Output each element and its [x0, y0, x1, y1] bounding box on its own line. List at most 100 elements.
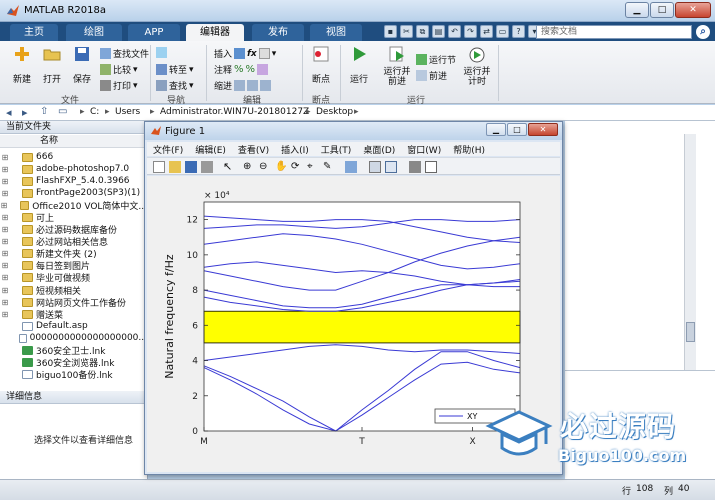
quick-save-icon[interactable]: ▪: [384, 25, 397, 38]
search-input[interactable]: 搜索文档: [536, 25, 692, 39]
quick-cut-icon[interactable]: ✂: [400, 25, 413, 38]
data-cursor-icon[interactable]: ⌖: [307, 161, 319, 173]
tab-view[interactable]: 视图: [310, 24, 362, 41]
expand-icon[interactable]: ⊞: [0, 261, 10, 270]
up-folder-icon[interactable]: ⇧: [40, 106, 48, 117]
browse-folder-icon[interactable]: ▭: [58, 106, 67, 117]
close-button[interactable]: ✕: [675, 2, 711, 18]
run-time-button[interactable]: 运行并 计时: [460, 45, 494, 87]
file-list-item[interactable]: ⊞ 必过网站相关信息: [0, 236, 147, 248]
tab-home[interactable]: 主页: [10, 24, 58, 41]
name-column-header[interactable]: 名称: [0, 135, 147, 148]
breadcrumb-item[interactable]: Desktop: [316, 107, 353, 117]
breadcrumb-item[interactable]: Administrator.WIN7U-20180127Z: [160, 107, 309, 117]
menu-window[interactable]: 窗口(W): [401, 142, 447, 156]
menu-help[interactable]: 帮助(H): [447, 142, 491, 156]
vertical-scrollbar[interactable]: [684, 134, 696, 384]
zoom-out-icon[interactable]: ⊖: [259, 161, 271, 173]
print-button[interactable]: 打印 ▾: [100, 79, 138, 92]
pointer-icon[interactable]: ↖: [223, 161, 235, 173]
quick-help-icon[interactable]: ?: [512, 25, 525, 38]
forward-arrow-icon[interactable]: ▸: [22, 106, 28, 119]
search-icon[interactable]: ⌕: [696, 25, 710, 39]
fx-icon[interactable]: fx: [247, 49, 257, 59]
expand-icon[interactable]: ⊞: [0, 310, 10, 319]
insert-fn-icon[interactable]: [258, 48, 270, 59]
new-button[interactable]: 新建: [8, 45, 36, 85]
find-files-button[interactable]: 查找文件: [100, 47, 149, 60]
expand-icon[interactable]: ⊞: [0, 298, 10, 307]
link-plot-icon[interactable]: [345, 161, 357, 173]
open-file-icon[interactable]: [169, 161, 181, 173]
file-list-item[interactable]: 360安全卫士.lnk: [0, 345, 147, 357]
quick-switch-icon[interactable]: ⇄: [480, 25, 493, 38]
file-list-item[interactable]: ⊞ 短视频相关: [0, 284, 147, 296]
colorbar-icon[interactable]: [369, 161, 381, 173]
rotate-icon[interactable]: ⟳: [291, 161, 303, 173]
menu-insert[interactable]: 插入(I): [275, 142, 315, 156]
expand-icon[interactable]: ⊞: [0, 249, 10, 258]
breadcrumb-item[interactable]: C:: [90, 107, 99, 117]
maximize-button[interactable]: □: [650, 2, 674, 18]
figure-close-button[interactable]: ✕: [528, 123, 558, 136]
expand-icon[interactable]: ⊞: [0, 189, 10, 198]
file-list-item[interactable]: biguo100备份.lnk: [0, 369, 147, 381]
expand-icon[interactable]: ⊞: [0, 213, 10, 222]
file-list-item[interactable]: ⊞ 毕业可做视频: [0, 272, 147, 284]
minimize-button[interactable]: ▁: [625, 2, 649, 18]
menu-file[interactable]: 文件(F): [147, 142, 189, 156]
hide-tools-icon[interactable]: [409, 161, 421, 173]
tab-publish[interactable]: 发布: [252, 24, 304, 41]
compare-button[interactable]: 比较 ▾: [100, 63, 138, 76]
breadcrumb-item[interactable]: Users: [115, 107, 140, 117]
quick-undo-icon[interactable]: ↶: [448, 25, 461, 38]
run-button[interactable]: 运行: [344, 45, 374, 85]
expand-icon[interactable]: ⊞: [0, 286, 10, 295]
save-figure-icon[interactable]: [185, 161, 197, 173]
file-list-item[interactable]: ⊞ 666: [0, 151, 147, 163]
pan-icon[interactable]: ✋: [275, 161, 287, 173]
tab-editor[interactable]: 编辑器: [186, 24, 244, 41]
legend-icon[interactable]: [385, 161, 397, 173]
figure-minimize-button[interactable]: ▁: [486, 123, 506, 136]
indent-button[interactable]: 缩进: [214, 79, 272, 92]
file-list-item[interactable]: ⊞ Office2010 VOL简体中文...: [0, 199, 147, 211]
insert-code-button[interactable]: 插入 fx ▾: [214, 47, 276, 60]
menu-desktop[interactable]: 桌面(D): [357, 142, 401, 156]
quick-redo-icon[interactable]: ↷: [464, 25, 477, 38]
new-figure-icon[interactable]: [153, 161, 165, 173]
show-tools-icon[interactable]: [425, 161, 437, 173]
menu-view[interactable]: 查看(V): [232, 142, 275, 156]
advance-button[interactable]: 前进: [416, 69, 447, 82]
open-button[interactable]: 打开: [38, 45, 66, 85]
quick-copy-icon[interactable]: ⧉: [416, 25, 429, 38]
file-list-item[interactable]: ⊞ adobe-photoshop7.0: [0, 163, 147, 175]
save-button[interactable]: 保存: [68, 45, 96, 85]
expand-icon[interactable]: ⊞: [0, 237, 10, 246]
menu-edit[interactable]: 编辑(E): [189, 142, 232, 156]
file-list-item[interactable]: Default.asp: [0, 320, 147, 332]
figure-titlebar[interactable]: Figure 1 ▁ □ ✕: [145, 122, 562, 140]
comment-button[interactable]: 注释%%: [214, 63, 269, 76]
expand-icon[interactable]: ⊞: [0, 225, 10, 234]
figure-maximize-button[interactable]: □: [507, 123, 527, 136]
tab-app[interactable]: APP: [128, 24, 180, 41]
find-button[interactable]: 查找 ▾: [156, 79, 194, 92]
tab-plot[interactable]: 绘图: [66, 24, 122, 41]
expand-icon[interactable]: ⊞: [0, 201, 8, 210]
goto-button[interactable]: 转至 ▾: [156, 63, 194, 76]
quick-paste-icon[interactable]: ▤: [432, 25, 445, 38]
file-list-item[interactable]: ⊞ 可上: [0, 211, 147, 224]
file-list-item[interactable]: ⊞ FrontPage2003(SP3)(1): [0, 187, 147, 199]
file-list-item[interactable]: ⊞ 每日签到图片: [0, 260, 147, 272]
file-list-item[interactable]: ⊞ 新建文件夹 (2): [0, 248, 147, 260]
run-section-button[interactable]: 运行节: [416, 53, 456, 66]
scrollbar-thumb[interactable]: [686, 322, 695, 342]
expand-icon[interactable]: ⊞: [0, 273, 10, 282]
insert-button[interactable]: [156, 47, 167, 58]
file-list-item[interactable]: ⊞ 必过源码数据库备份: [0, 224, 147, 236]
file-list-item[interactable]: ⊞ 赠送菜: [0, 308, 147, 320]
file-list-item[interactable]: 0000000000000000000...: [0, 332, 147, 344]
zoom-in-icon[interactable]: ⊕: [243, 161, 255, 173]
file-list-item[interactable]: ⊞ FlashFXP_5.4.0.3966: [0, 175, 147, 187]
